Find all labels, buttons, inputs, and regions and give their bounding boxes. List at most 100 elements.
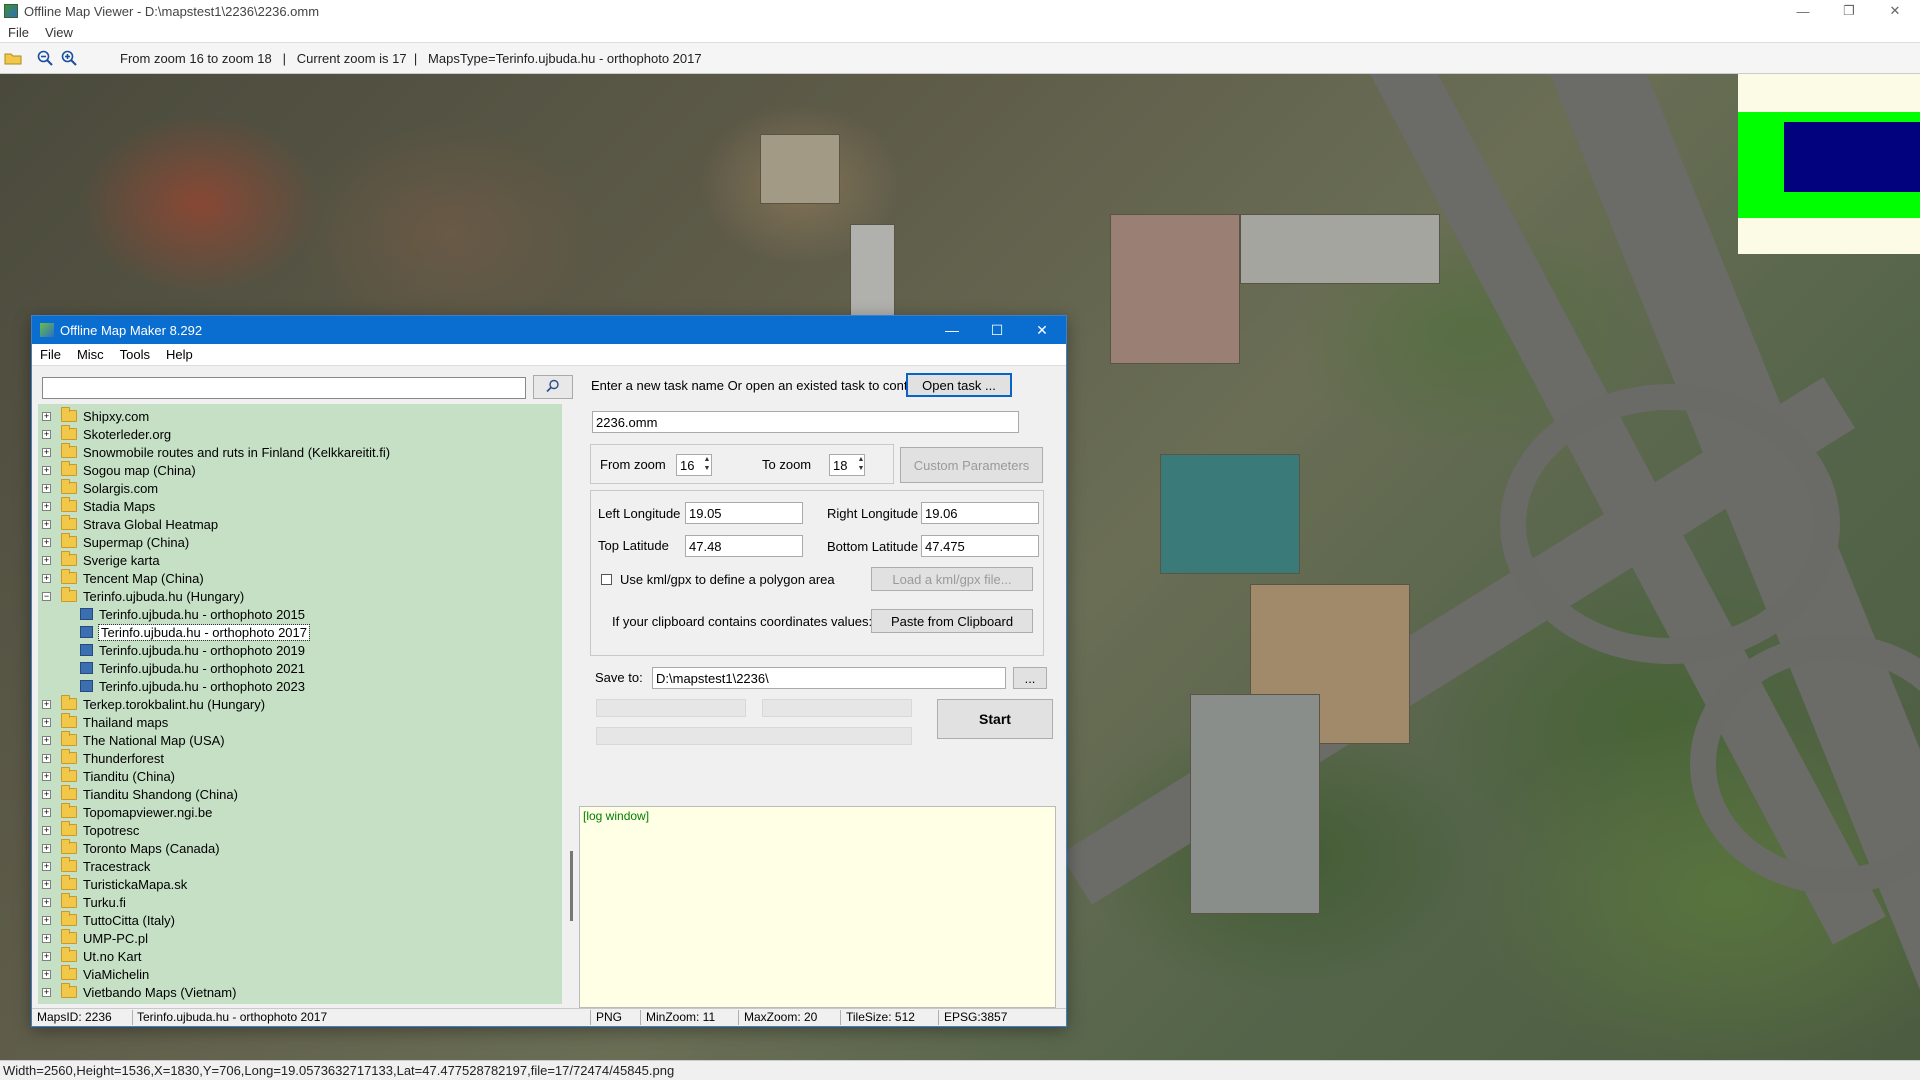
expand-icon[interactable]: + <box>42 573 51 583</box>
dialog-title-bar[interactable]: Offline Map Maker 8.292 — ☐ ✕ <box>32 316 1066 344</box>
tree-folder-item[interactable]: + ViaMichelin <box>38 965 548 983</box>
restore-icon[interactable]: ❐ <box>1826 0 1872 22</box>
tree-folder-item[interactable]: + Terkep.torokbalint.hu (Hungary) <box>38 695 548 713</box>
menu-help[interactable]: Help <box>158 347 201 362</box>
tree-folder-item[interactable]: + Stadia Maps <box>38 497 548 515</box>
close-icon[interactable]: ✕ <box>1872 0 1918 22</box>
tree-folder-item[interactable]: + Tencent Map (China) <box>38 569 548 587</box>
expand-icon[interactable]: + <box>42 483 51 493</box>
bottom-latitude-field[interactable]: 47.475 <box>921 535 1039 557</box>
tree-folder-item[interactable]: + Topomapviewer.ngi.be <box>38 803 548 821</box>
tree-folder-item[interactable]: + Vietbando Maps (Vietnam) <box>38 983 548 1001</box>
tree-folder-item[interactable]: + Supermap (China) <box>38 533 548 551</box>
spin-up-icon[interactable]: ▲ <box>855 456 867 464</box>
expand-icon[interactable]: + <box>42 753 51 763</box>
zoom-in-icon[interactable] <box>58 47 80 69</box>
tree-folder-item[interactable]: + TuttoCitta (Italy) <box>38 911 548 929</box>
expand-icon[interactable]: + <box>42 555 51 565</box>
expand-icon[interactable]: + <box>42 861 51 871</box>
expand-icon[interactable]: + <box>42 519 51 529</box>
search-input[interactable] <box>42 377 526 399</box>
spin-up-icon[interactable]: ▲ <box>701 456 713 464</box>
minimap-overview[interactable] <box>1738 74 1920 254</box>
maps-tree[interactable]: + Shipxy.com + Skoterleder.org + Snowmobile r… <box>38 404 562 1004</box>
expand-icon[interactable]: + <box>42 411 51 421</box>
expand-icon[interactable]: + <box>42 879 51 889</box>
tree-map-item[interactable]: Terinfo.ujbuda.hu - orthophoto 2021 <box>38 659 548 677</box>
top-latitude-field[interactable]: 47.48 <box>685 535 803 557</box>
tree-folder-item[interactable]: + Tianditu Shandong (China) <box>38 785 548 803</box>
tree-folder-item[interactable]: + Tracestrack <box>38 857 548 875</box>
tree-folder-item[interactable]: + Thailand maps <box>38 713 548 731</box>
tree-map-item[interactable]: Terinfo.ujbuda.hu - orthophoto 2017 <box>38 623 548 641</box>
scrollbar-thumb[interactable] <box>570 851 573 921</box>
paste-clipboard-button[interactable]: Paste from Clipboard <box>871 609 1033 633</box>
log-window[interactable]: [log window] <box>579 806 1056 1008</box>
expand-icon[interactable]: + <box>42 447 51 457</box>
tree-map-item[interactable]: Terinfo.ujbuda.hu - orthophoto 2015 <box>38 605 548 623</box>
save-path-field[interactable]: D:\mapstest1\2236\ <box>652 667 1006 689</box>
expand-icon[interactable]: + <box>42 843 51 853</box>
menu-tools[interactable]: Tools <box>112 347 158 362</box>
maximize-icon[interactable]: ☐ <box>975 316 1019 344</box>
expand-icon[interactable]: + <box>42 465 51 475</box>
menu-file[interactable]: File <box>0 25 37 40</box>
minimize-icon[interactable]: — <box>1780 0 1826 22</box>
zoom-out-icon[interactable] <box>34 47 56 69</box>
tree-folder-item[interactable]: + Skoterleder.org <box>38 425 548 443</box>
expand-icon[interactable]: + <box>42 717 51 727</box>
expand-icon[interactable]: + <box>42 969 51 979</box>
expand-icon[interactable]: + <box>42 735 51 745</box>
expand-icon[interactable]: + <box>42 807 51 817</box>
expand-icon[interactable]: + <box>42 915 51 925</box>
expand-icon[interactable]: + <box>42 789 51 799</box>
tree-folder-item[interactable]: + UMP-PC.pl <box>38 929 548 947</box>
tree-folder-item[interactable]: + Sverige karta <box>38 551 548 569</box>
browse-button[interactable]: ... <box>1013 667 1047 689</box>
task-name-field[interactable]: 2236.omm <box>592 411 1019 433</box>
open-task-button[interactable]: Open task ... <box>906 373 1012 397</box>
spin-down-icon[interactable]: ▼ <box>701 465 713 473</box>
left-longitude-field[interactable]: 19.05 <box>685 502 803 524</box>
log-scrollbar[interactable] <box>1057 806 1063 1008</box>
spin-down-icon[interactable]: ▼ <box>855 465 867 473</box>
tree-folder-item[interactable]: + Turku.fi <box>38 893 548 911</box>
tree-folder-item[interactable]: − Terinfo.ujbuda.hu (Hungary) <box>38 587 548 605</box>
expand-icon[interactable]: + <box>42 699 51 709</box>
tree-folder-item[interactable]: + Thunderforest <box>38 749 548 767</box>
tree-folder-item[interactable]: + Solargis.com <box>38 479 548 497</box>
collapse-icon[interactable]: − <box>42 591 51 601</box>
tree-map-item[interactable]: Terinfo.ujbuda.hu - orthophoto 2023 <box>38 677 548 695</box>
kml-checkbox[interactable] <box>601 574 612 585</box>
minimize-icon[interactable]: — <box>930 316 974 344</box>
open-folder-icon[interactable] <box>2 47 24 69</box>
tree-folder-item[interactable]: + Sogou map (China) <box>38 461 548 479</box>
tree-folder-item[interactable]: + The National Map (USA) <box>38 731 548 749</box>
menu-view[interactable]: View <box>37 25 81 40</box>
tree-folder-item[interactable]: + Toronto Maps (Canada) <box>38 839 548 857</box>
tree-map-item[interactable]: Terinfo.ujbuda.hu - orthophoto 2019 <box>38 641 548 659</box>
menu-file[interactable]: File <box>32 347 69 362</box>
expand-icon[interactable]: + <box>42 771 51 781</box>
expand-icon[interactable]: + <box>42 501 51 511</box>
expand-icon[interactable]: + <box>42 897 51 907</box>
menu-misc[interactable]: Misc <box>69 347 112 362</box>
expand-icon[interactable]: + <box>42 825 51 835</box>
expand-icon[interactable]: + <box>42 537 51 547</box>
expand-icon[interactable]: + <box>42 951 51 961</box>
tree-folder-item[interactable]: + Tianditu (China) <box>38 767 548 785</box>
right-longitude-field[interactable]: 19.06 <box>921 502 1039 524</box>
start-button[interactable]: Start <box>937 699 1053 739</box>
tree-folder-item[interactable]: + Ut.no Kart <box>38 947 548 965</box>
tree-folder-item[interactable]: + Shipxy.com <box>38 407 548 425</box>
tree-folder-item[interactable]: + TuristickaMapa.sk <box>38 875 548 893</box>
expand-icon[interactable]: + <box>42 987 51 997</box>
tree-folder-item[interactable]: + Snowmobile routes and ruts in Finland (… <box>38 443 548 461</box>
expand-icon[interactable]: + <box>42 933 51 943</box>
custom-parameters-button[interactable]: Custom Parameters <box>900 447 1043 483</box>
tree-folder-item[interactable]: + Strava Global Heatmap <box>38 515 548 533</box>
close-icon[interactable]: ✕ <box>1020 316 1064 344</box>
load-kml-button[interactable]: Load a kml/gpx file... <box>871 567 1033 591</box>
expand-icon[interactable]: + <box>42 429 51 439</box>
search-button[interactable] <box>533 375 573 399</box>
